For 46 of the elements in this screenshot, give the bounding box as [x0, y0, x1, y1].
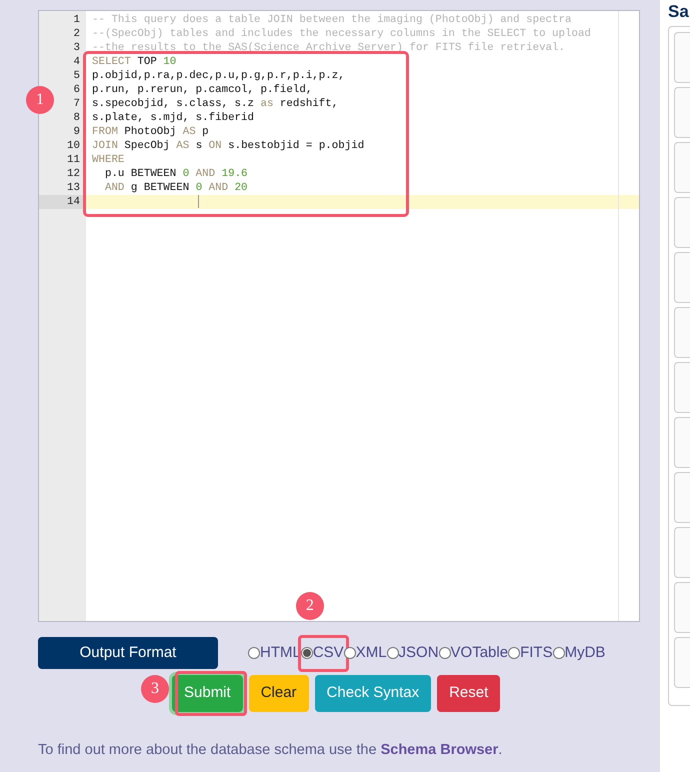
action-button[interactable]: Clear [248, 675, 309, 712]
line-number: 11 [67, 154, 80, 166]
code-line: p.objid,p.ra,p.dec,p.u,p.g,p.r,p.i,p.z, [92, 70, 345, 82]
code-line: -- This query does a table JOIN between the imaging (PhotoObj) and spectra [92, 14, 572, 26]
format-radio[interactable]: JSON [386, 642, 439, 664]
footer-text: To find out more about the database schema use the Schema Browser. [38, 741, 504, 760]
panel-heading: Sa [668, 2, 690, 22]
schema-browser-link[interactable]: Schema Browser [380, 742, 498, 758]
code-line: AND g BETWEEN 0 AND 20 [104, 182, 248, 194]
code-line: s.plate, s.mjd, s.fiberid [92, 112, 254, 124]
line-number: 13 [67, 182, 80, 194]
code-line: SELECT TOP 10 [92, 56, 176, 68]
code-line: --(SpecObj) tables and includes the necessary columns in the SELECT to upload [92, 28, 591, 40]
line-number: 8 [74, 112, 80, 124]
line-number: 9 [74, 126, 80, 138]
format-radio[interactable]: CSV [300, 642, 344, 664]
format-radio[interactable]: MyDB [552, 642, 606, 664]
line-number: 2 [74, 28, 80, 40]
output-format-button[interactable]: Output Format [38, 637, 218, 669]
format-radio[interactable]: XML [344, 642, 387, 664]
code-line: p.u BETWEEN 0 AND 19.6 [104, 168, 248, 180]
action-button[interactable]: Check Syntax [314, 675, 432, 712]
action-button[interactable]: Reset [437, 675, 500, 712]
code-line: WHERE [92, 154, 124, 166]
code-line: FROM PhotoObj AS p [92, 126, 209, 138]
line-number: 3 [74, 42, 80, 54]
code-line: p.run, p.rerun, p.camcol, p.field, [92, 84, 312, 96]
line-number: 12 [67, 168, 80, 180]
action-button[interactable]: Submit [172, 675, 243, 712]
format-radio[interactable]: FITS [508, 642, 553, 664]
highlight-frame [175, 671, 247, 716]
code-line: --the results to the SAS(Science Archive Server) for FITS file retrieval. [92, 42, 565, 54]
format-radio[interactable]: VOTable [438, 642, 508, 664]
line-number: 10 [67, 140, 80, 152]
line-number: 4 [74, 56, 80, 68]
code-editor[interactable] [38, 10, 640, 622]
code-line: JOIN SpecObj AS s ON s.bestobjid = p.objid [92, 140, 364, 152]
number-badge: 1 [26, 86, 54, 114]
number-badge: 3 [141, 675, 169, 703]
code-line: s.specobjid, s.class, s.z as redshift, [92, 98, 338, 110]
line-number: 1 [74, 14, 80, 26]
line-number: 7 [74, 98, 80, 110]
line-number: 5 [74, 70, 80, 82]
format-radio[interactable]: HTML [248, 642, 301, 664]
line-number: 6 [74, 84, 80, 96]
line-number: 14 [67, 196, 80, 208]
